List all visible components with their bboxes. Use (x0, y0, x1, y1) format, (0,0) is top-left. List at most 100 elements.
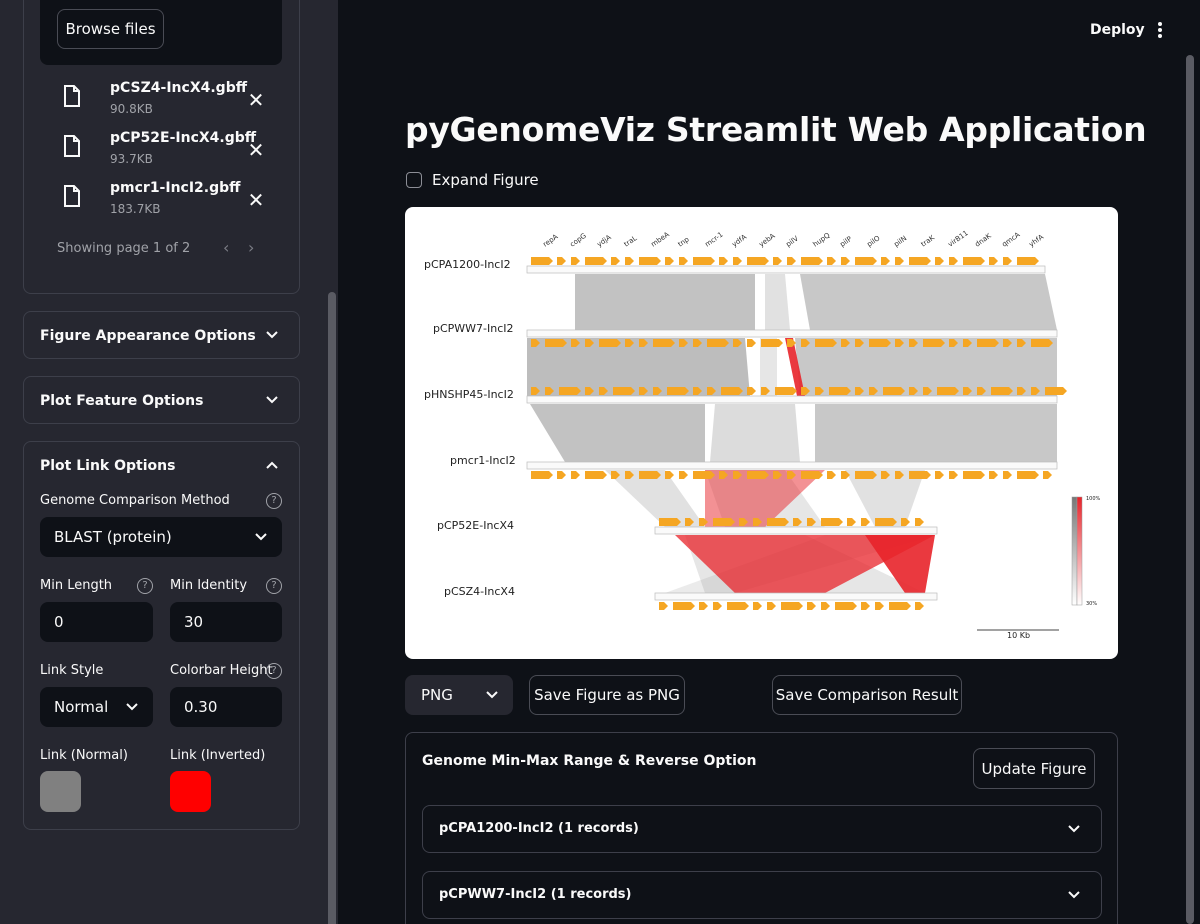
gene-feature (915, 518, 924, 526)
gene-feature (815, 339, 837, 347)
gene-feature (827, 471, 836, 479)
genome-figure: repA copG ydjA traL mbeA tnp mcr-1 ydfA yebA pilV… (405, 207, 1118, 659)
min-length-input[interactable]: 0 (40, 602, 153, 642)
help-icon[interactable]: ? (266, 493, 282, 509)
gene-label: repA (542, 233, 560, 249)
genome-label: pmcr1-IncI2 (450, 454, 516, 467)
pagination-info: Showing page 1 of 2 (57, 241, 191, 256)
gene-feature (773, 257, 782, 265)
help-icon[interactable]: ? (266, 663, 282, 679)
gene-label: pilP (839, 235, 854, 249)
main-scrollbar[interactable] (1186, 55, 1194, 924)
gene-feature (571, 471, 580, 479)
gene-feature (761, 339, 783, 347)
genome-track (654, 592, 938, 601)
gene-feature (895, 257, 904, 265)
gene-feature (963, 471, 985, 479)
gene-label: pilO (866, 234, 882, 249)
help-icon[interactable]: ? (137, 578, 153, 594)
gene-feature (787, 339, 796, 347)
selected-value: BLAST (protein) (54, 528, 172, 546)
update-figure-button[interactable]: Update Figure (973, 748, 1095, 789)
gene-feature (937, 387, 959, 395)
colorbar-height-input[interactable]: 0.30 (170, 687, 282, 727)
gene-feature (611, 257, 620, 265)
gene-feature (1003, 257, 1012, 265)
scalebar-label: 10 Kb (1007, 631, 1031, 640)
gene-feature (747, 257, 769, 265)
comparison-method-select[interactable]: BLAST (protein) (40, 517, 282, 557)
chevron-down-icon (266, 331, 278, 339)
more-options-icon[interactable] (1153, 20, 1167, 40)
gene-feature (847, 518, 856, 526)
gene-feature (835, 602, 857, 610)
expander-title[interactable]: Plot Link Options (40, 458, 175, 474)
gene-feature (807, 602, 816, 610)
gene-feature (775, 387, 797, 395)
gene-feature (747, 471, 769, 479)
gene-label: mbeA (650, 230, 671, 248)
gene-feature (653, 339, 675, 347)
figure-appearance-expander[interactable]: Figure Appearance Options (23, 311, 300, 359)
gene-feature (829, 387, 851, 395)
gene-feature (713, 518, 735, 526)
file-name: pCP52E-IncX4.gbff (110, 130, 257, 146)
save-comparison-button[interactable]: Save Comparison Result (772, 675, 962, 715)
gene-feature (625, 257, 634, 265)
chevron-up-icon[interactable] (265, 458, 279, 472)
expander-title: pCPWW7-IncI2 (1 records) (439, 887, 632, 902)
browse-files-button[interactable]: Browse files (57, 9, 164, 49)
gene-label: ydjA (596, 233, 613, 248)
gene-feature (1043, 471, 1052, 479)
gene-feature (827, 257, 836, 265)
link-band (800, 274, 1057, 330)
next-page-icon[interactable]: › (248, 238, 254, 257)
deploy-button[interactable]: Deploy (1090, 22, 1145, 38)
gene-feature (935, 471, 944, 479)
expander-title: Plot Feature Options (40, 393, 204, 409)
gene-label: tnp (677, 235, 692, 249)
remove-file-icon[interactable]: ✕ (246, 138, 266, 162)
gene-feature (679, 257, 688, 265)
gene-feature (693, 257, 715, 265)
link-style-select[interactable]: Normal (40, 687, 153, 727)
gene-feature (559, 387, 581, 395)
gene-label: pilV (785, 234, 801, 248)
gene-feature (949, 257, 958, 265)
format-select[interactable]: PNG (405, 675, 513, 715)
save-figure-button[interactable]: Save Figure as PNG (529, 675, 685, 715)
help-icon[interactable]: ? (266, 578, 282, 594)
link-normal-color-picker[interactable] (40, 771, 81, 812)
gene-feature (557, 471, 566, 479)
gene-feature (1017, 257, 1039, 265)
gene-feature (821, 602, 830, 610)
gene-label: dnaK (974, 232, 993, 249)
gene-feature (889, 602, 911, 610)
previous-page-icon[interactable]: ‹ (223, 238, 229, 257)
gene-feature (733, 257, 742, 265)
file-icon (64, 135, 80, 157)
remove-file-icon[interactable]: ✕ (246, 88, 266, 112)
gene-label: copG (569, 232, 588, 249)
expand-figure-checkbox[interactable] (406, 172, 422, 188)
genome-track (526, 395, 1058, 404)
gene-feature (639, 257, 661, 265)
gene-feature (881, 257, 890, 265)
genome-range-expander[interactable]: pCPA1200-IncI2 (1 records) (422, 805, 1102, 853)
genome-label: pCPWW7-IncI2 (433, 322, 514, 335)
expand-figure-label[interactable]: Expand Figure (432, 171, 539, 189)
gene-label: qmcA (1001, 231, 1022, 249)
link-inverted-color-picker[interactable] (170, 771, 211, 812)
gene-label: traK (920, 234, 937, 249)
min-identity-input[interactable]: 30 (170, 602, 282, 642)
gene-feature (767, 518, 789, 526)
gene-feature (1017, 471, 1039, 479)
chevron-down-icon (255, 533, 267, 541)
plot-feature-expander[interactable]: Plot Feature Options (23, 376, 300, 424)
uploaded-file: pCP52E-IncX4.gbff 93.7KB ✕ (62, 130, 272, 174)
selected-value: Normal (54, 698, 109, 716)
remove-file-icon[interactable]: ✕ (246, 188, 266, 212)
sidebar-scrollbar[interactable] (328, 292, 336, 924)
genome-range-expander[interactable]: pCPWW7-IncI2 (1 records) (422, 871, 1102, 919)
input-value: 30 (184, 613, 204, 631)
